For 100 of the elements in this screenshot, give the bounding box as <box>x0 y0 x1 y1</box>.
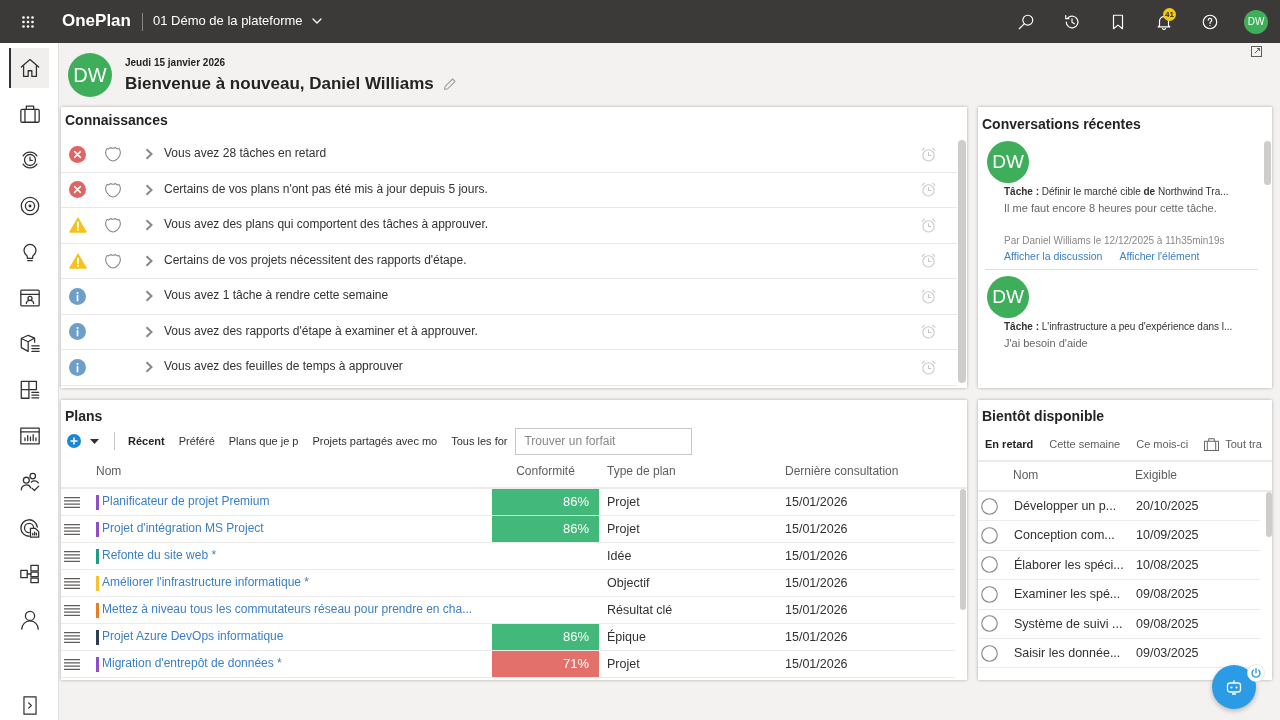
welcome-title: Bienvenue à nouveau, Daniel Williams <box>125 73 434 95</box>
table-cell-text: 15/01/2026 <box>785 574 849 592</box>
plan-link[interactable]: Projet d'intégration MS Project <box>99 516 492 542</box>
task-name: Développer un p... <box>1014 498 1118 515</box>
panel-title: Bientôt disponible <box>981 407 1106 426</box>
task-title: Tâche : Définir le marché cible de Northwind Tra... <box>1004 185 1230 198</box>
column-header: Nom <box>1012 468 1040 484</box>
person-icon <box>19 609 41 631</box>
table-cell: 10/09/2025 <box>1136 527 1199 544</box>
briefcase-icon <box>19 103 41 125</box>
search-icon[interactable] <box>1017 12 1035 31</box>
panel-title: Conversations récentes <box>981 115 1142 134</box>
radio-icon[interactable] <box>981 615 998 633</box>
history-icon[interactable] <box>1063 12 1081 31</box>
radio-icon[interactable] <box>981 556 998 574</box>
insight-text: Vous avez des rapports d'étape à examiner et à approuver. <box>164 323 479 340</box>
drag-handle-icon[interactable] <box>64 496 80 508</box>
tab[interactable]: Récent <box>128 433 165 449</box>
radio-icon[interactable] <box>981 497 998 515</box>
link[interactable]: Afficher l'élément <box>1119 249 1200 263</box>
plan-link[interactable]: Planificateur de projet Premium <box>99 489 492 515</box>
table-cell-text: 15/01/2026 <box>785 655 849 673</box>
search-field[interactable]: Trouver un forfait <box>515 427 693 455</box>
table-cell-text: Épique <box>606 628 647 646</box>
table-cell: 09/08/2025 <box>1136 615 1199 632</box>
user-avatar: DW <box>68 53 112 97</box>
target-icon <box>19 195 41 217</box>
conformity-cell: 86% <box>492 516 599 542</box>
table-cell-text: 15/01/2026 <box>785 547 849 565</box>
plan-link[interactable]: Mettez à niveau tous les commutateurs réseau pour prendre en cha... <box>99 597 492 623</box>
robot-icon <box>1226 679 1242 695</box>
insight-text: Vous avez 1 tâche à rendre cette semaine <box>164 288 390 305</box>
task-name: Examiner les spé... <box>1014 586 1122 603</box>
grid-list-icon <box>19 379 41 401</box>
conformity-cell: 86% <box>492 489 599 515</box>
drag-handle-icon[interactable] <box>64 577 80 589</box>
table-cell-text: 15/01/2026 <box>785 628 849 646</box>
chevron-right-icon[interactable] <box>145 254 153 267</box>
plan-link[interactable]: Améliorer l'infrastructure informatique * <box>99 570 492 596</box>
radio-icon[interactable] <box>981 585 998 603</box>
expand-icon[interactable] <box>1251 46 1262 57</box>
tab[interactable]: Cette semaine <box>1049 437 1121 452</box>
user-avatar: DW <box>987 276 1029 318</box>
caret-down-icon[interactable] <box>90 438 99 444</box>
expand-panel-icon[interactable] <box>23 695 37 715</box>
workspace-dropdown[interactable]: 01 Démo de la plateforme <box>152 13 322 30</box>
task-title: Tâche : L'infrastructure a peu d'expérience dans l... <box>1004 320 1234 333</box>
package-list-icon <box>19 333 41 355</box>
tab[interactable]: Tout tra <box>1204 437 1262 452</box>
chevron-right-icon[interactable] <box>145 183 153 196</box>
chevron-right-icon[interactable] <box>145 148 153 161</box>
task-name: Système de suivi ... <box>1014 615 1124 632</box>
plan-link[interactable]: Projet Azure DevOps informatique <box>99 624 492 650</box>
message-meta: Par Daniel Williams le 12/12/2025 à 11h35min19s <box>1004 234 1226 247</box>
drag-handle-icon[interactable] <box>64 523 80 535</box>
table-cell: 20/10/2025 <box>1136 498 1199 515</box>
tab[interactable]: En retard <box>985 437 1034 452</box>
add-icon[interactable] <box>67 434 81 448</box>
plan-link[interactable]: Migration d'entrepôt de données * <box>99 651 492 677</box>
chevron-right-icon[interactable] <box>145 219 153 232</box>
panel-title: Plans <box>64 407 104 426</box>
drag-handle-icon[interactable] <box>64 631 80 643</box>
tab[interactable]: Plans que je p <box>228 433 299 449</box>
column-header: Exigible <box>1135 468 1179 484</box>
flowchart-icon <box>19 563 41 585</box>
radio-icon[interactable] <box>981 527 998 545</box>
people-check-icon <box>19 471 41 493</box>
drag-handle-icon[interactable] <box>64 550 80 562</box>
chevron-right-icon[interactable] <box>145 361 153 374</box>
link[interactable]: Afficher la discussion <box>1004 249 1103 263</box>
table-cell-text: Projet <box>606 493 641 511</box>
chevron-right-icon[interactable] <box>145 325 153 338</box>
drag-handle-icon[interactable] <box>64 604 80 616</box>
tab[interactable]: Tous les for <box>451 433 508 449</box>
chevron-down-icon <box>311 18 322 25</box>
chevron-right-icon[interactable] <box>145 290 153 303</box>
radio-icon[interactable] <box>981 644 998 662</box>
task-name: Élaborer les spéci... <box>1014 556 1125 574</box>
plan-link[interactable]: Refonte du site web * <box>99 543 492 569</box>
nav-button[interactable] <box>9 48 49 88</box>
column-header: Type de plan <box>606 463 677 480</box>
power-icon[interactable] <box>1247 664 1265 682</box>
table-cell-text: 15/01/2026 <box>785 601 849 619</box>
tab[interactable]: Projets partagés avec mo <box>312 433 438 449</box>
table-cell-text: Objectif <box>606 574 651 592</box>
tab[interactable]: Ce mois-ci <box>1136 437 1189 452</box>
tab[interactable]: Préféré <box>178 433 215 449</box>
column-header: Nom <box>95 463 123 480</box>
user-avatar: DW <box>987 141 1029 183</box>
insight-text: Certains de vos plans n'ont pas été mis à jour depuis 5 jours. <box>164 181 489 198</box>
app-name: OnePlan <box>62 10 131 33</box>
table-cell: 09/03/2025 <box>1136 645 1199 662</box>
drag-handle-icon[interactable] <box>64 658 80 670</box>
table-cell-text: 15/01/2026 <box>785 493 849 511</box>
table-cell-text: Projet <box>606 655 641 673</box>
app-launcher-icon[interactable] <box>22 15 34 28</box>
help-icon[interactable] <box>1201 12 1219 31</box>
conformity-cell: 71% <box>492 651 599 677</box>
home-icon <box>19 57 41 79</box>
contact-card-icon <box>19 287 41 309</box>
